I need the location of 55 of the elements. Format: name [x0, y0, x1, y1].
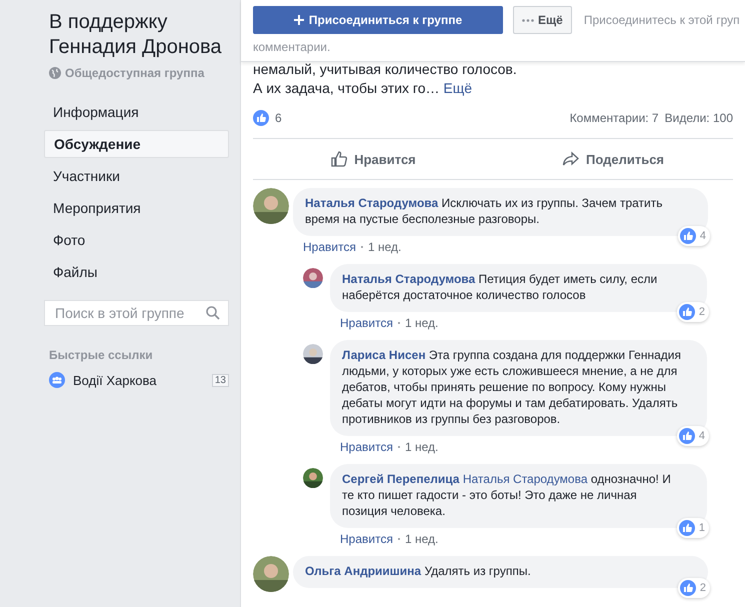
- thumbs-up-icon: [330, 150, 348, 168]
- see-more-link[interactable]: Ещё: [443, 80, 472, 96]
- join-hint: Присоединитесь к этой груп: [584, 13, 740, 27]
- author-link[interactable]: Наталья Стародумова: [305, 196, 438, 210]
- nav-item[interactable]: Участники: [44, 162, 229, 190]
- share-button[interactable]: Поделиться: [493, 139, 733, 179]
- share-icon: [562, 150, 580, 168]
- like-link[interactable]: Нравится: [340, 316, 393, 330]
- group-title: В поддержку Геннадия Дронова: [48, 10, 223, 60]
- comment-count[interactable]: Комментарии: 7: [570, 111, 659, 125]
- privacy-label: Общедоступная группа: [65, 66, 204, 80]
- comment-text: Наталья Стародумова Петиция будет иметь силу, если наберётся достаточное количество голосов: [342, 271, 658, 303]
- nav-item[interactable]: Информация: [44, 98, 229, 126]
- mention-link[interactable]: Наталья Стародумова: [462, 472, 588, 486]
- comment-text: Сергей Перепелица Наталья Стародумова однозначно! И те кто пишет гадости - это боты! Это даже не личная позиция человека.: [342, 471, 672, 519]
- plus-icon: [294, 15, 304, 25]
- globe-icon: [49, 67, 61, 79]
- search-icon: [206, 306, 220, 320]
- post-text: немалый, учитывая количество голосов.: [253, 60, 518, 79]
- quick-link[interactable]: Водії Харкова: [73, 372, 204, 388]
- more-icon: [522, 18, 534, 22]
- quick-links-heading: Быстрые ссылки: [48, 348, 154, 362]
- author-link[interactable]: Лариса Нисен: [342, 348, 426, 362]
- comment-text: Ольга Андриишина Удалять из группы.: [305, 563, 532, 579]
- like-link[interactable]: Нравится: [340, 440, 393, 454]
- like-icon: [253, 110, 269, 126]
- like-link[interactable]: Нравится: [303, 240, 356, 254]
- separator-dot: [398, 446, 400, 448]
- nav-item[interactable]: Фото: [44, 226, 229, 254]
- separator-dot: [398, 538, 400, 540]
- comment-time[interactable]: 1 нед.: [368, 240, 402, 254]
- more-button[interactable]: Ещё: [513, 6, 572, 34]
- comment-text: Лариса Нисен Эта группа создана для поддержки Геннадия людьми, у которых уже есть сложившееся мнение, а не для дебатов, чтобы принять решение по вопросу. Кому нужны дебаты могут идти на форумы и там дебатировать. Удалять противников из группы без разговоров.: [342, 347, 682, 427]
- group-icon: [49, 372, 65, 388]
- comment-time[interactable]: 1 нед.: [404, 532, 438, 546]
- comment-text: Наталья Стародумова Исключать их из группы. Зачем тратить время на пустые бесполезные разговоры.: [305, 195, 664, 227]
- search-field[interactable]: Поиск в этой группе: [44, 300, 229, 326]
- comment-time[interactable]: 1 нед.: [404, 316, 438, 330]
- separator-dot: [360, 246, 363, 248]
- count-badge: 13: [212, 374, 229, 386]
- like-count: 6: [275, 111, 282, 125]
- nav-item[interactable]: Обсуждение: [44, 130, 229, 158]
- join-button[interactable]: Присоединиться к группе: [253, 6, 503, 34]
- like-button[interactable]: Нравится: [253, 139, 493, 179]
- author-link[interactable]: Наталья Стародумова: [342, 272, 476, 286]
- join-hint: комментарии.: [253, 40, 332, 54]
- nav-item[interactable]: Файлы: [44, 258, 229, 286]
- author-link[interactable]: Сергей Перепелица: [342, 472, 460, 486]
- comment-time[interactable]: 1 нед.: [404, 440, 438, 454]
- author-link[interactable]: Ольга Андриишина: [305, 564, 422, 578]
- nav-item[interactable]: Мероприятия: [44, 194, 229, 222]
- view-count: Видели: 100: [664, 111, 733, 125]
- separator-dot: [398, 322, 400, 324]
- like-link[interactable]: Нравится: [340, 532, 393, 546]
- post-text: А их задача, чтобы этих го…: [253, 80, 440, 96]
